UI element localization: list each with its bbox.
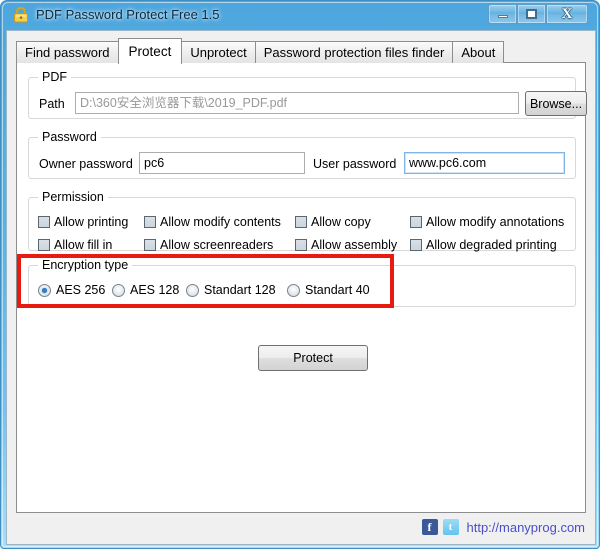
tab-unprotect[interactable]: Unprotect xyxy=(181,41,256,63)
radio-standart-40[interactable]: Standart 40 xyxy=(287,283,370,297)
checkbox-allow-copy[interactable]: Allow copy xyxy=(295,215,371,229)
checkbox-icon xyxy=(38,239,50,251)
path-label: Path xyxy=(39,97,65,111)
radio-label: Standart 40 xyxy=(305,283,370,297)
radio-icon xyxy=(38,283,51,297)
radio-label: AES 128 xyxy=(130,283,180,297)
title-bar: PDF Password Protect Free 1.5 X xyxy=(1,1,600,30)
close-button[interactable]: X xyxy=(546,4,588,24)
tab-strip: Find password Protect Unprotect Password… xyxy=(16,38,505,64)
checkbox-allow-modify-annotations[interactable]: Allow modify annotations xyxy=(410,215,564,229)
radio-label: AES 256 xyxy=(56,283,106,297)
checkbox-label: Allow screenreaders xyxy=(160,238,274,252)
tab-password-protection-files-finder[interactable]: Password protection files finder xyxy=(254,41,454,63)
checkbox-label: Allow copy xyxy=(311,215,371,229)
protect-button[interactable]: Protect xyxy=(258,345,368,371)
checkbox-label: Allow fill in xyxy=(54,238,113,252)
checkbox-icon xyxy=(410,216,422,228)
checkbox-icon xyxy=(144,216,156,228)
maximize-button[interactable] xyxy=(517,4,546,24)
checkbox-icon xyxy=(38,216,50,228)
close-icon: X xyxy=(561,6,573,22)
checkbox-icon xyxy=(295,216,307,228)
radio-icon xyxy=(186,283,199,297)
tab-about[interactable]: About xyxy=(452,41,505,63)
checkbox-allow-modify-contents[interactable]: Allow modify contents xyxy=(144,215,281,229)
encryption-group-title: Encryption type xyxy=(38,258,133,272)
checkbox-allow-printing[interactable]: Allow printing xyxy=(38,215,128,229)
minimize-icon xyxy=(497,15,508,18)
password-group-title: Password xyxy=(38,130,101,144)
maximize-icon xyxy=(526,9,537,19)
user-password-input[interactable]: www.pc6.com xyxy=(404,152,565,174)
owner-password-label: Owner password xyxy=(39,157,133,171)
checkbox-icon xyxy=(295,239,307,251)
radio-icon xyxy=(112,283,125,297)
tab-find-password[interactable]: Find password xyxy=(16,41,119,63)
application-window: PDF Password Protect Free 1.5 X Find pas… xyxy=(0,0,600,549)
radio-label: Standart 128 xyxy=(204,283,276,297)
tab-panel-protect: PDF Path D:\360安全浏览器下载\2019_PDF.pdf Brow… xyxy=(16,62,587,513)
minimize-button[interactable] xyxy=(488,4,517,24)
path-input[interactable]: D:\360安全浏览器下载\2019_PDF.pdf xyxy=(75,92,519,114)
radio-aes-256[interactable]: AES 256 xyxy=(38,283,105,297)
permission-group-title: Permission xyxy=(38,190,108,204)
browse-button[interactable]: Browse... xyxy=(525,91,587,116)
owner-password-input[interactable]: pc6 xyxy=(139,152,305,174)
window-title: PDF Password Protect Free 1.5 xyxy=(36,7,220,22)
status-bar: f t http://manyprog.com xyxy=(7,513,595,544)
pdf-group-title: PDF xyxy=(38,70,71,84)
website-link[interactable]: http://manyprog.com xyxy=(467,520,586,535)
checkbox-allow-degraded-printing[interactable]: Allow degraded printing xyxy=(410,238,557,252)
checkbox-allow-assembly[interactable]: Allow assembly xyxy=(295,238,397,252)
checkbox-allow-screenreaders[interactable]: Allow screenreaders xyxy=(144,238,273,252)
checkbox-label: Allow degraded printing xyxy=(426,238,557,252)
padlock-icon xyxy=(12,6,30,24)
radio-icon xyxy=(287,283,300,297)
checkbox-icon xyxy=(144,239,156,251)
radio-aes-128[interactable]: AES 128 xyxy=(112,283,179,297)
checkbox-icon xyxy=(410,239,422,251)
checkbox-label: Allow assembly xyxy=(311,238,398,252)
user-password-label: User password xyxy=(313,157,397,171)
checkbox-label: Allow modify annotations xyxy=(426,215,565,229)
checkbox-label: Allow printing xyxy=(54,215,129,229)
facebook-icon[interactable]: f xyxy=(421,519,438,535)
social-links: f t http://manyprog.com xyxy=(421,519,586,535)
checkbox-allow-fill-in[interactable]: Allow fill in xyxy=(38,238,112,252)
tab-protect[interactable]: Protect xyxy=(117,38,183,64)
checkbox-label: Allow modify contents xyxy=(160,215,281,229)
twitter-icon[interactable]: t xyxy=(442,519,459,535)
radio-standart-128[interactable]: Standart 128 xyxy=(186,283,276,297)
client-area: Find password Protect Unprotect Password… xyxy=(6,30,596,545)
